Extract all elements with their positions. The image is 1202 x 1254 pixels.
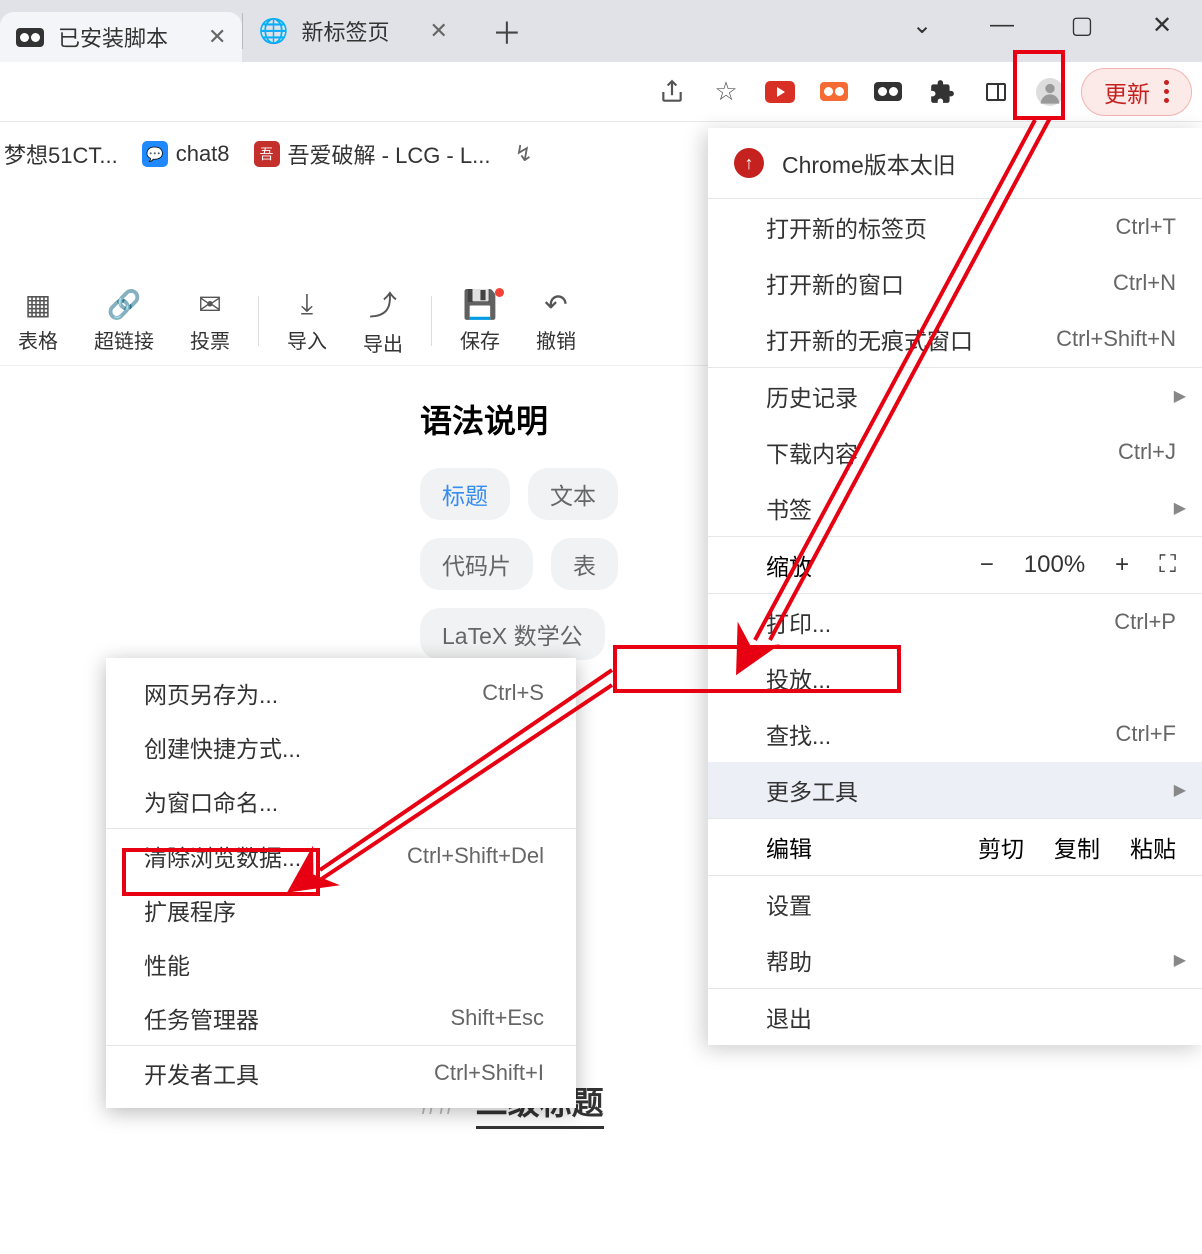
submenu-save-as[interactable]: 网页另存为...Ctrl+S [106,666,576,720]
extension-orange-icon[interactable] [807,69,861,115]
window-minimize-icon[interactable]: — [962,0,1042,50]
syntax-tag-table[interactable]: 表 [551,538,618,590]
editor-import-button[interactable]: ⤓导入 [287,288,327,354]
browser-tab[interactable]: 新标签页 ✕ [243,6,463,56]
submenu-name-window[interactable]: 为窗口命名... [106,774,576,828]
window-titlebar: 已安装脚本 ✕ 新标签页 ✕ ＋ ⌄ — ▢ ✕ [0,0,1202,62]
chrome-main-menu: ↑ Chrome版本太旧 打开新的标签页Ctrl+T 打开新的窗口Ctrl+N … [708,128,1202,1045]
browser-toolbar: ☆ 更新 [0,62,1202,122]
update-button[interactable]: 更新 [1081,68,1192,116]
zoom-in-button[interactable]: + [1115,551,1129,579]
warning-icon: ↑ [734,148,764,178]
unsaved-dot-icon [495,288,504,297]
menu-find[interactable]: 查找...Ctrl+F [708,706,1202,762]
chevron-right-icon: ▶ [1174,386,1186,406]
bookmark-item[interactable]: 💬 chat8 [142,141,230,167]
browser-tab-active[interactable]: 已安装脚本 ✕ [0,12,242,62]
menu-cast[interactable]: 投放... [708,650,1202,706]
bookmark-label: 梦想51CT... [4,138,118,170]
menu-more-tools[interactable]: 更多工具▶ [708,762,1202,818]
bookmark-label: 吾爱破解 - LCG - L... [288,138,491,170]
submenu-devtools[interactable]: 开发者工具Ctrl+Shift+I [106,1046,576,1100]
editor-table-button[interactable]: ▦表格 [18,288,58,354]
bookmark-item[interactable]: ↯ [514,141,532,167]
tab-label: 新标签页 [301,15,389,47]
editor-export-button[interactable]: ⤴导出 [363,284,403,357]
update-label: 更新 [1104,75,1150,109]
menu-zoom-row: 缩放 − 100% + ⛶ [708,537,1202,593]
submenu-extensions[interactable]: 扩展程序 [106,883,576,937]
submenu-clear-data[interactable]: 清除浏览数据...Ctrl+Shift+Del [106,829,576,883]
tab-dropdown-icon[interactable]: ⌄ [882,0,962,50]
tab-close-icon[interactable]: ✕ [429,18,447,44]
submenu-task-manager[interactable]: 任务管理器Shift+Esc [106,991,576,1045]
menu-downloads[interactable]: 下载内容Ctrl+J [708,424,1202,480]
edit-label: 编辑 [766,830,812,864]
editor-undo-button[interactable]: ↶撤销 [536,288,576,354]
menu-help[interactable]: 帮助▶ [708,932,1202,988]
chat-icon: 💬 [142,141,168,167]
separator [431,296,432,346]
edit-cut[interactable]: 剪切 [978,830,1024,864]
share-icon[interactable] [645,69,699,115]
menu-history[interactable]: 历史记录▶ [708,368,1202,424]
new-tab-button[interactable]: ＋ [482,5,532,57]
extensions-puzzle-icon[interactable] [915,69,969,115]
chevron-right-icon: ▶ [1174,950,1186,970]
editor-link-button[interactable]: 🔗超链接 [94,288,154,354]
globe-icon [259,17,287,45]
zoom-out-button[interactable]: − [980,551,994,579]
syntax-tag-title[interactable]: 标题 [420,468,510,520]
menu-print[interactable]: 打印...Ctrl+P [708,594,1202,650]
menu-bookmarks[interactable]: 书签▶ [708,480,1202,536]
chevron-right-icon: ▶ [1174,498,1186,518]
fullscreen-icon[interactable]: ⛶ [1159,551,1176,579]
window-maximize-icon[interactable]: ▢ [1042,0,1122,50]
bookmark-item[interactable]: 梦想51CT... [4,138,118,170]
bookmark-label: chat8 [176,141,230,167]
menu-exit[interactable]: 退出 [708,989,1202,1045]
syntax-tag-text[interactable]: 文本 [528,468,618,520]
zoom-label: 缩放 [766,548,812,582]
edit-copy[interactable]: 复制 [1054,830,1100,864]
tab-label: 已安装脚本 [58,21,168,53]
site-icon: 吾 [254,141,280,167]
menu-edit-row: 编辑 剪切 复制 粘贴 [708,819,1202,875]
submenu-performance[interactable]: 性能 [106,937,576,991]
menu-settings[interactable]: 设置 [708,876,1202,932]
menu-dots-icon[interactable] [1164,80,1169,103]
edit-paste[interactable]: 粘贴 [1130,830,1176,864]
window-close-icon[interactable]: ✕ [1122,0,1202,50]
separator [258,296,259,346]
youtube-icon[interactable] [753,69,807,115]
syntax-tag-code[interactable]: 代码片 [420,538,533,590]
bookmark-item[interactable]: 吾 吾爱破解 - LCG - L... [254,138,491,170]
extension-dark-icon[interactable] [861,69,915,115]
menu-new-tab[interactable]: 打开新的标签页Ctrl+T [708,199,1202,255]
syntax-tag-latex[interactable]: LaTeX 数学公 [420,608,605,660]
more-tools-submenu: 网页另存为...Ctrl+S 创建快捷方式... 为窗口命名... 清除浏览数据… [106,658,576,1108]
menu-new-window[interactable]: 打开新的窗口Ctrl+N [708,255,1202,311]
bookmark-star-icon[interactable]: ☆ [699,69,753,115]
editor-vote-button[interactable]: ✉投票 [190,288,230,354]
submenu-create-shortcut[interactable]: 创建快捷方式... [106,720,576,774]
menu-incognito[interactable]: 打开新的无痕式窗口Ctrl+Shift+N [708,311,1202,367]
sidepanel-icon[interactable] [969,69,1023,115]
profile-icon[interactable] [1023,69,1077,115]
editor-save-button[interactable]: 💾保存 [460,288,500,354]
extension-icon [16,23,44,51]
warning-label: Chrome版本太旧 [782,146,956,180]
zoom-value: 100% [1024,551,1085,579]
chevron-right-icon: ▶ [1174,780,1186,800]
menu-warning[interactable]: ↑ Chrome版本太旧 [708,128,1202,198]
tab-close-icon[interactable]: ✕ [208,24,226,50]
